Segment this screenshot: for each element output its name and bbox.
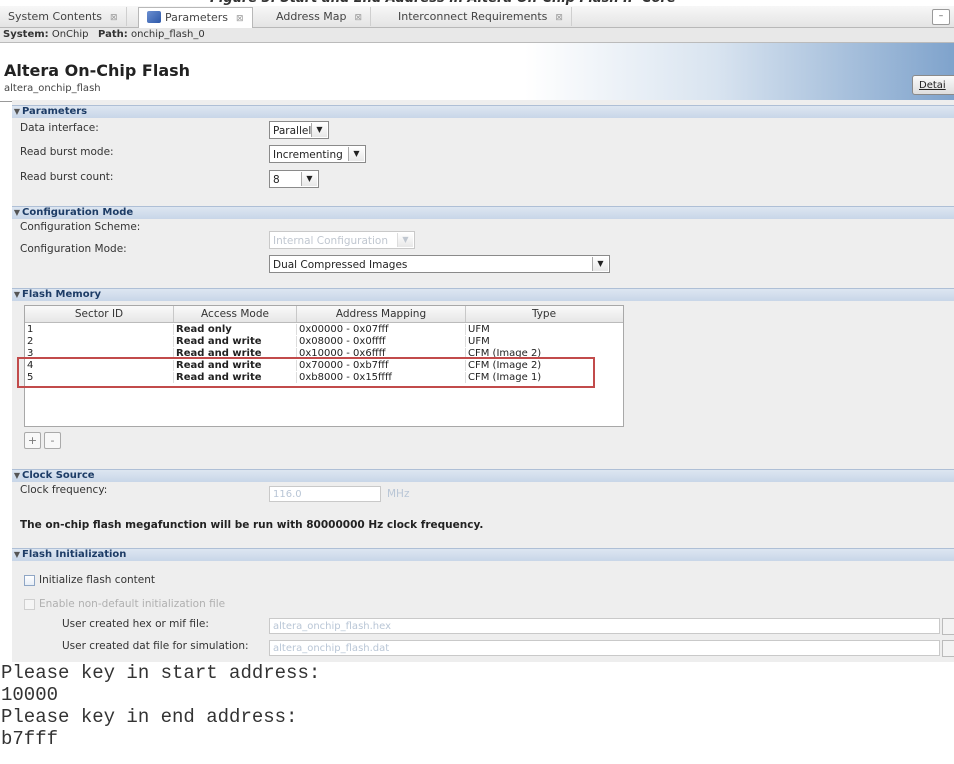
parameters-icon [147,11,161,23]
dat-file-field: altera_onchip_flash.dat [269,640,940,656]
enable-nondefault-checkbox [24,599,35,610]
component-id: altera_onchip_flash [4,83,101,94]
chevron-down-icon: ▼ [311,123,327,137]
initialize-flash-checkbox[interactable] [24,575,35,586]
data-interface-select[interactable]: Parallel ▼ [269,121,329,139]
close-icon[interactable]: ⊠ [236,14,244,24]
remove-row-button[interactable]: - [44,432,61,449]
parameters-panel: ▼ Parameters Data interface: Parallel ▼ Re… [12,100,954,662]
section-header-clock-source[interactable]: ▼ Clock Source [12,469,954,482]
tab-interconnect-requirements[interactable]: Interconnect Requirements ⊠ [390,7,572,26]
close-icon[interactable]: ⊠ [355,13,363,23]
clock-frequency-unit: MHz [387,488,410,500]
console-line: Please key in start address: [1,662,321,684]
section-header-flash-initialization[interactable]: ▼ Flash Initialization [12,548,954,561]
collapse-icon: ▼ [13,290,21,299]
table-header: Sector ID Access Mode Address Mapping Ty… [25,306,623,323]
details-button[interactable]: Detai [912,75,954,95]
clock-frequency-field: 116.0 [269,486,381,502]
editor-tab-bar: System Contents ⊠ Parameters ⊠ Address Map… [0,6,954,28]
tab-parameters[interactable]: Parameters ⊠ [138,7,253,28]
read-burst-count-select[interactable]: 8 ▼ [269,170,319,188]
page-title: Altera On-Chip Flash [4,61,191,80]
column-header-access-mode[interactable]: Access Mode [174,306,297,322]
console-line: Please key in end address: [1,706,298,728]
console-line: b7fff [1,728,59,750]
dat-file-label: User created dat file for simulation: [62,640,249,652]
configuration-scheme-select: Internal Configuration ▼ [269,231,415,249]
configuration-scheme-label: Configuration Scheme: [20,221,141,233]
initialize-flash-label: Initialize flash content [39,574,155,586]
tab-address-map[interactable]: Address Map ⊠ [268,7,372,26]
clock-note: The on-chip flash megafunction will be r… [20,519,484,531]
chevron-down-icon: ▼ [301,172,317,186]
browse-hex-button[interactable] [942,618,954,635]
chevron-down-icon: ▼ [348,147,364,161]
console-line: 10000 [1,684,59,706]
enable-nondefault-label: Enable non-default initialization file [39,598,226,610]
column-header-type[interactable]: Type [466,306,622,322]
table-row[interactable]: 1 Read only 0x00000 - 0x07fff UFM [25,324,623,335]
close-icon[interactable]: ⊠ [555,13,563,23]
section-header-configuration-mode[interactable]: ▼ Configuration Mode [12,206,954,219]
read-burst-count-label: Read burst count: [20,171,114,183]
component-header: Altera On-Chip Flash altera_onchip_flash… [0,42,954,102]
read-burst-mode-select[interactable]: Incrementing ▼ [269,145,366,163]
collapse-icon: ▼ [13,107,21,116]
hex-file-field: altera_onchip_flash.hex [269,618,940,634]
collapse-icon: ▼ [13,208,21,217]
read-burst-mode-label: Read burst mode: [20,146,114,158]
terminal-output: Please key in start address: 10000 Pleas… [0,662,954,764]
hex-file-label: User created hex or mif file: [62,618,209,630]
table-row[interactable]: 2 Read and write 0x08000 - 0x0ffff UFM [25,336,623,347]
tab-system-contents[interactable]: System Contents ⊠ [0,7,127,26]
chevron-down-icon: ▼ [397,233,413,247]
collapse-icon: ▼ [13,550,21,559]
highlight-box [17,357,595,388]
add-row-button[interactable]: + [24,432,41,449]
configuration-mode-select[interactable]: Dual Compressed Images ▼ [269,255,610,273]
breadcrumb: System: OnChip Path: onchip_flash_0 [0,28,954,42]
minimize-icon[interactable]: – [932,9,950,25]
chevron-down-icon: ▼ [592,257,608,271]
configuration-mode-label: Configuration Mode: [20,243,127,255]
collapse-icon: ▼ [13,471,21,480]
section-header-flash-memory[interactable]: ▼ Flash Memory [12,288,954,301]
clock-frequency-label: Clock frequency: [20,484,108,496]
section-header-parameters[interactable]: ▼ Parameters [12,105,954,118]
browse-dat-button[interactable] [942,640,954,657]
column-header-sector-id[interactable]: Sector ID [25,306,174,322]
column-header-address-mapping[interactable]: Address Mapping [297,306,466,322]
data-interface-label: Data interface: [20,122,99,134]
close-icon[interactable]: ⊠ [110,13,118,23]
